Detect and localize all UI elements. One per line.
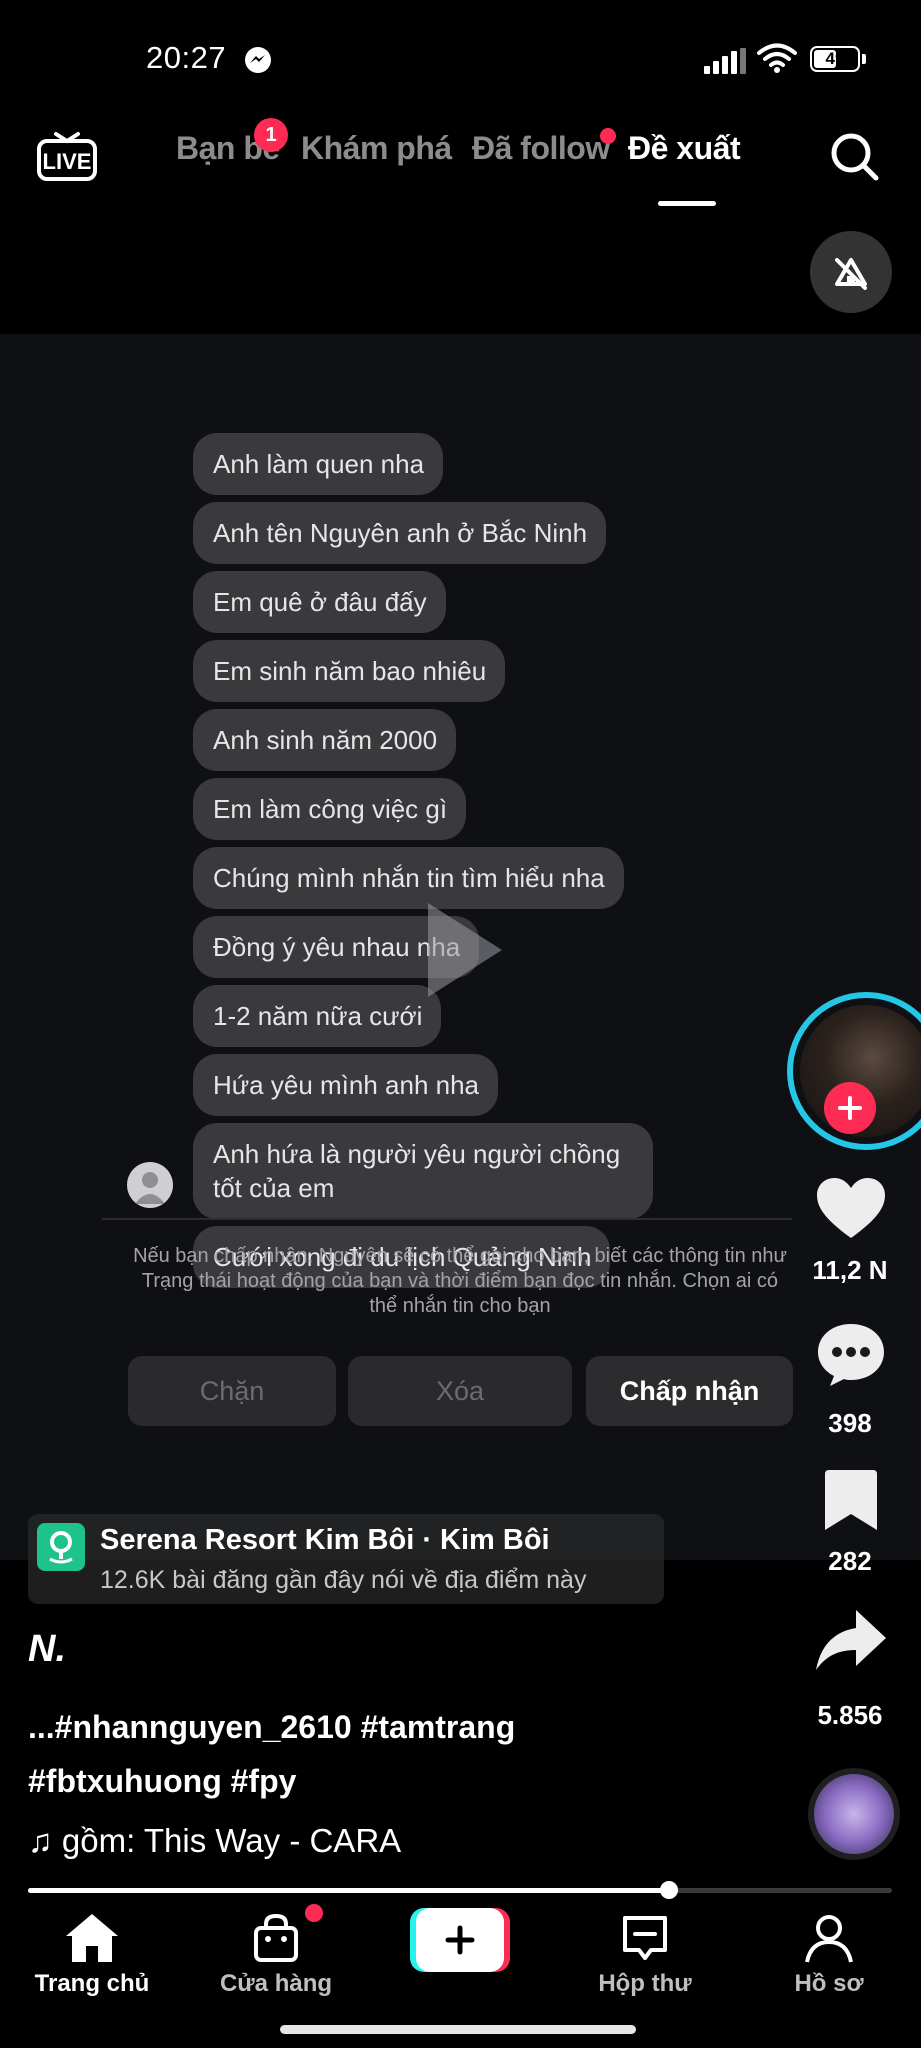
nav-shop[interactable]: Cửa hàng [201,1912,351,1998]
home-icon [66,1914,118,1962]
progress-knob[interactable] [660,1881,678,1899]
shop-dot [305,1904,323,1922]
message-bubble: Hứa yêu mình anh nha [193,1054,499,1116]
message-bubble: Anh làm quen nha [193,433,444,495]
divider [102,1218,792,1220]
accept-button[interactable]: Chấp nhận [586,1356,793,1426]
post-caption[interactable]: ...#nhannguyen_2610 #tamtrang #fbtxuhuon… [28,1700,588,1808]
tent-slash-icon [835,258,867,290]
nav-shop-label: Cửa hàng [219,1970,333,1997]
nav-profile-label: Hồ sơ [794,1970,864,1997]
follow-plus-button[interactable] [824,1082,876,1134]
share-button[interactable] [815,1610,887,1672]
tab-for-you[interactable]: Đề xuất [628,130,741,167]
request-notice: Nếu bạn chấp nhận, Nguyên sẽ có thể gọi … [133,1245,787,1317]
music-disc[interactable] [808,1768,900,1860]
home-indicator [280,2025,636,2034]
inbox-icon [623,1916,667,1960]
music-note-icon: ♫ [28,1822,62,1859]
nav-home-label: Trang chủ [34,1970,150,1997]
like-button[interactable] [815,1178,887,1240]
save-count: 282 [828,1546,872,1576]
location-title[interactable]: Serena Resort Kim Bôi · Kim Bôi [100,1524,550,1557]
search-icon[interactable] [828,130,880,182]
nav-profile[interactable]: Hồ sơ [754,1912,904,1998]
comment-button[interactable] [815,1322,887,1388]
wifi-icon [757,43,797,73]
messenger-icon [245,47,271,73]
message-bubble: Anh hứa là người yêu người chồng tốt của… [193,1123,653,1219]
sender-avatar [127,1162,173,1208]
battery-cap [862,54,866,64]
tab-explore[interactable]: Khám phá [301,130,452,167]
comment-count: 398 [828,1408,872,1438]
profile-icon [805,1915,853,1963]
share-icon [816,1610,886,1670]
comment-icon [818,1324,884,1386]
create-button[interactable] [410,1908,510,1972]
like-count: 11,2 N [812,1255,888,1285]
block-button[interactable]: Chặn [128,1356,336,1426]
feed-tabs: Bạn bè Khám phá Đã follow Đề xuất [0,130,921,190]
message-bubble: Chúng mình nhắn tin tìm hiểu nha [193,847,624,909]
active-tab-underline [658,201,716,206]
bookmark-icon [825,1470,877,1530]
message-list: Anh làm quen nha Anh tên Nguyên anh ở Bắ… [193,433,713,1295]
nav-inbox-label: Hộp thư [598,1970,692,1997]
save-button[interactable] [815,1470,887,1532]
heart-icon [817,1178,885,1238]
message-bubble: Em làm công việc gì [193,778,467,840]
message-bubble: Anh sinh năm 2000 [193,709,457,771]
sound-title: gồm: This Way - CARA [61,1822,402,1859]
shopping-bag-icon [254,1913,298,1962]
nav-home[interactable]: Trang chủ [17,1912,167,1998]
location-pin-icon [37,1523,85,1571]
share-count: 5.856 [817,1700,883,1730]
play-icon[interactable] [410,895,510,1005]
following-dot [600,128,616,144]
progress-fill [28,1888,669,1893]
no-ads-button[interactable] [810,231,892,313]
person-icon [135,1172,165,1204]
message-bubble: Em quê ở đâu đấy [193,571,446,633]
message-bubble: Anh tên Nguyên anh ở Bắc Ninh [193,502,607,564]
battery-level-text: 49 [825,49,845,68]
friends-badge: 1 [254,118,288,152]
status-time: 20:27 [146,40,227,75]
author-name[interactable]: N. [28,1628,66,1671]
nav-inbox[interactable]: Hộp thư [570,1912,720,1998]
sound-row[interactable]: ♫ gồm: This Way - CARA [28,1822,401,1860]
delete-button[interactable]: Xóa [348,1356,572,1426]
message-bubble: 1-2 năm nữa cưới [193,985,442,1047]
location-subtitle: 12.6K bài đăng gần đây nói về địa điểm n… [100,1566,587,1594]
signal-icon [704,48,746,74]
plus-icon [838,1096,862,1120]
tab-following[interactable]: Đã follow [472,130,610,167]
battery-indicator: 49 [810,46,860,72]
message-bubble: Em sinh năm bao nhiêu [193,640,506,702]
